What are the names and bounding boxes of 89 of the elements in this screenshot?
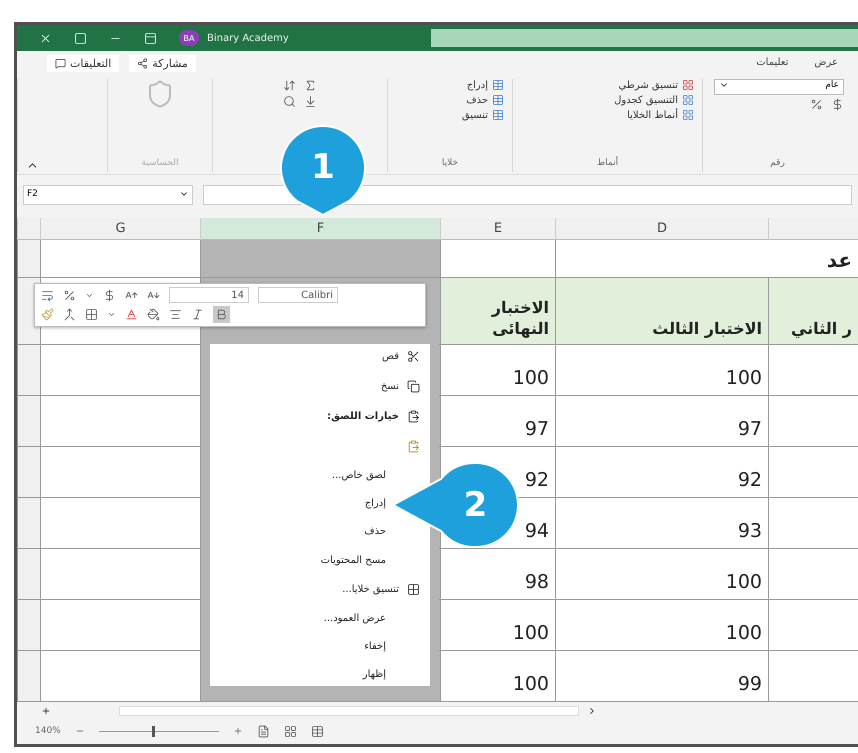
table-header: ر الثاني	[768, 278, 858, 345]
table-icon[interactable]	[492, 79, 504, 91]
ribbon-command[interactable]: التنسيق كجدول	[614, 94, 694, 106]
wrap-text-icon[interactable]	[41, 288, 54, 302]
group-label: أنماط	[596, 158, 618, 170]
dollar-icon[interactable]	[103, 288, 116, 302]
clipboard-icon[interactable]	[407, 410, 420, 424]
ribbon-display-icon[interactable]	[144, 32, 157, 44]
column-header[interactable]: F	[200, 218, 440, 240]
menu-item[interactable]: عرض العمود...	[324, 612, 386, 624]
table-icon[interactable]	[492, 94, 504, 106]
sheet-title: عد	[555, 240, 858, 278]
maximize-icon[interactable]	[74, 32, 87, 44]
menu-item[interactable]: مسح المحتويات	[320, 554, 386, 566]
zoom-in-icon[interactable]	[232, 726, 243, 736]
column-header[interactable]: D	[555, 218, 768, 240]
ribbon-tab[interactable]: عرض	[804, 54, 848, 72]
borders-icon[interactable]	[85, 308, 98, 321]
column-header[interactable]: E	[440, 218, 555, 240]
table-cell: 98	[440, 549, 555, 600]
copy-icon[interactable]	[407, 380, 420, 394]
table-cell: 100	[555, 600, 768, 651]
group-label: خلايا	[442, 158, 458, 170]
scissors-icon[interactable]	[407, 350, 420, 363]
sort-icon[interactable]	[283, 79, 296, 92]
search-field[interactable]	[430, 29, 858, 47]
grid-icon[interactable]	[407, 582, 420, 596]
horizontal-scrollbar[interactable]	[119, 706, 579, 716]
clipboard-icon[interactable]	[407, 440, 420, 454]
font-color-icon[interactable]	[125, 308, 138, 321]
table-header: الاختبار النهائى	[440, 278, 555, 345]
percent-icon[interactable]	[63, 288, 76, 302]
menu-item[interactable]: حذف	[364, 526, 386, 538]
table-cell: 100	[555, 345, 768, 396]
table-cell: 100	[440, 651, 555, 702]
page-break-icon[interactable]	[284, 724, 297, 738]
menu-item[interactable]: إظهار	[362, 668, 386, 680]
callout-marker: 1	[279, 124, 367, 216]
table-cell: 97	[440, 396, 555, 447]
normal-view-icon[interactable]	[310, 724, 324, 738]
table-cell: 97	[555, 396, 768, 447]
menu-item[interactable]: إخفاء	[364, 640, 386, 652]
slider-thumb[interactable]	[152, 726, 155, 736]
percent-icon[interactable]	[810, 98, 823, 111]
table-cell: 100	[440, 600, 555, 651]
ribbon-command[interactable]: أنماط الخلايا	[627, 109, 694, 121]
font-name-field[interactable]: Calibri	[258, 287, 338, 304]
sum-icon[interactable]	[304, 79, 317, 92]
number-format-dropdown[interactable]: عام	[714, 79, 844, 95]
table-cell: 99	[555, 651, 768, 702]
align-icon[interactable]	[169, 308, 182, 321]
fill-color-icon[interactable]	[147, 308, 160, 321]
merge-icon[interactable]	[63, 308, 76, 321]
search-icon[interactable]	[283, 95, 296, 108]
add-sheet-icon[interactable]	[41, 706, 51, 716]
user-avatar[interactable]: BA	[179, 30, 199, 46]
comment-icon[interactable]	[55, 58, 66, 68]
table-cell: 92	[555, 447, 768, 498]
table-header: الاختبار الثالث	[555, 278, 768, 345]
italic-icon[interactable]	[191, 308, 204, 321]
comments-button[interactable]: التعليقات	[47, 54, 120, 72]
share-icon[interactable]	[137, 58, 148, 68]
group-label: الحساسية	[142, 158, 178, 170]
table-icon[interactable]	[492, 109, 504, 121]
table-cell: 100	[440, 345, 555, 396]
ribbon-command[interactable]: تنسيق شرطي	[618, 79, 694, 91]
ribbon-command[interactable]: حذف	[466, 94, 504, 106]
ribbon-command[interactable]: تنسيق	[462, 109, 504, 121]
font-size-field[interactable]: 14	[169, 287, 249, 304]
ribbon-command[interactable]: إدراج	[466, 79, 504, 91]
menu-item[interactable]: خيارات اللصق:	[327, 411, 399, 422]
table-cell: 93	[555, 498, 768, 549]
dollar-icon[interactable]	[831, 98, 844, 111]
column-header[interactable]: G	[40, 218, 200, 240]
menu-item[interactable]: قص	[382, 351, 399, 362]
zoom-level: 140%	[35, 726, 61, 736]
fill-icon[interactable]	[304, 95, 317, 108]
page-layout-icon[interactable]	[256, 724, 270, 738]
name-box[interactable]: F2	[23, 185, 193, 205]
menu-item[interactable]: نسخ	[380, 381, 399, 392]
menu-item[interactable]: تنسيق خلايا...	[342, 584, 399, 595]
share-button[interactable]: مشاركة	[129, 54, 196, 72]
user-name: Binary Academy	[207, 32, 289, 44]
ribbon-tab[interactable]: تعليمات	[746, 54, 798, 72]
group-label: رقم	[770, 158, 785, 170]
menu-item[interactable]: إدراج	[364, 498, 386, 510]
table-cell: 100	[555, 549, 768, 600]
formula-field[interactable]	[203, 185, 852, 205]
menu-item[interactable]: لصق خاص...	[332, 470, 386, 482]
